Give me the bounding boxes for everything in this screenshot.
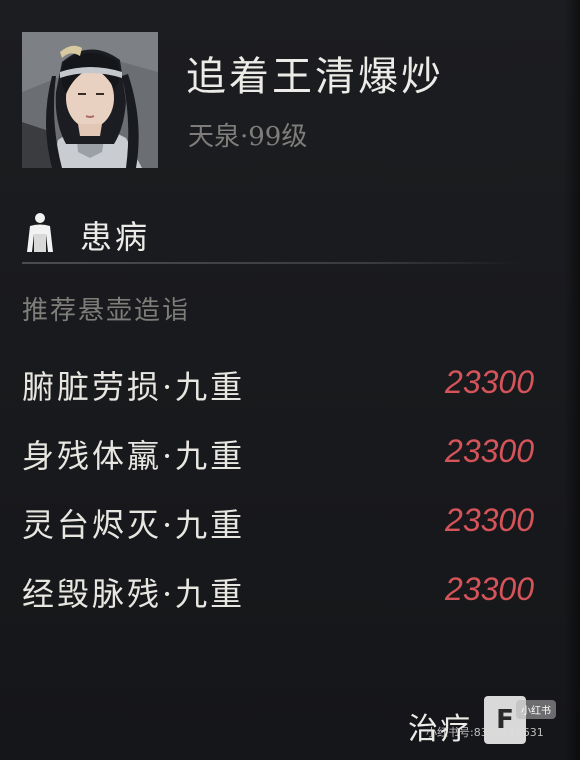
ailment-row: 腑脏劳损·九重 23300	[22, 362, 534, 431]
character-status-panel: 追着王清爆炒 天泉·99级 患病 推荐悬壶造诣 腑脏劳损·九重 23300 身残…	[0, 0, 580, 760]
ailment-value: 23300	[445, 364, 534, 400]
ailment-row: 灵台烬灭·九重 23300	[22, 500, 534, 569]
panel-edge-shadow	[564, 0, 580, 760]
character-name: 追着王清爆炒	[186, 54, 444, 100]
watermark-id: 小红书号:8303719631	[426, 726, 544, 739]
watermark-logo: 小红书	[516, 700, 556, 719]
status-section-header: 患病	[22, 208, 522, 256]
character-portrait	[22, 32, 158, 168]
ailment-name: 经毁脉残·九重	[22, 575, 246, 613]
ailment-value: 23300	[445, 571, 534, 607]
section-divider	[22, 262, 522, 264]
body-icon	[22, 212, 58, 256]
recommendation-text: 推荐悬壶造诣	[22, 296, 191, 326]
status-title: 患病	[80, 218, 151, 256]
ailment-name: 灵台烬灭·九重	[22, 506, 246, 544]
ailment-name: 腑脏劳损·九重	[22, 368, 246, 406]
ailment-name: 身残体羸·九重	[22, 437, 246, 475]
character-level: 天泉·99级	[188, 122, 308, 152]
ailment-value: 23300	[445, 433, 534, 469]
ailment-value: 23300	[445, 502, 534, 538]
ailment-row: 经毁脉残·九重 23300	[22, 569, 534, 638]
ailment-list: 腑脏劳损·九重 23300 身残体羸·九重 23300 灵台烬灭·九重 2330…	[22, 362, 534, 638]
ailment-row: 身残体羸·九重 23300	[22, 431, 534, 500]
